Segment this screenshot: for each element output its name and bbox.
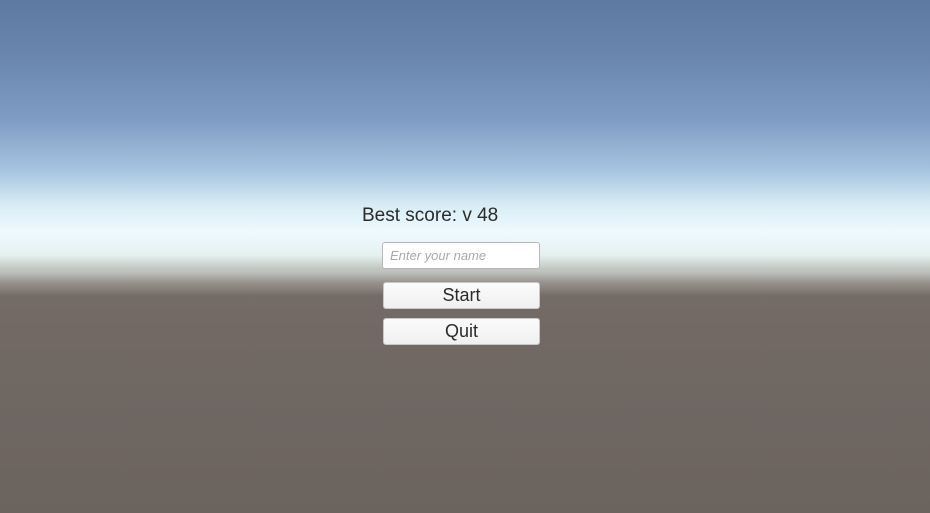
game-viewport: Best score: v 48 Start Quit <box>0 0 930 513</box>
quit-button[interactable]: Quit <box>383 318 540 345</box>
best-score-label: Best score: v 48 <box>362 205 499 226</box>
player-name-input[interactable] <box>382 242 540 269</box>
main-menu: Best score: v 48 Start Quit <box>0 0 930 513</box>
start-button[interactable]: Start <box>383 282 540 309</box>
